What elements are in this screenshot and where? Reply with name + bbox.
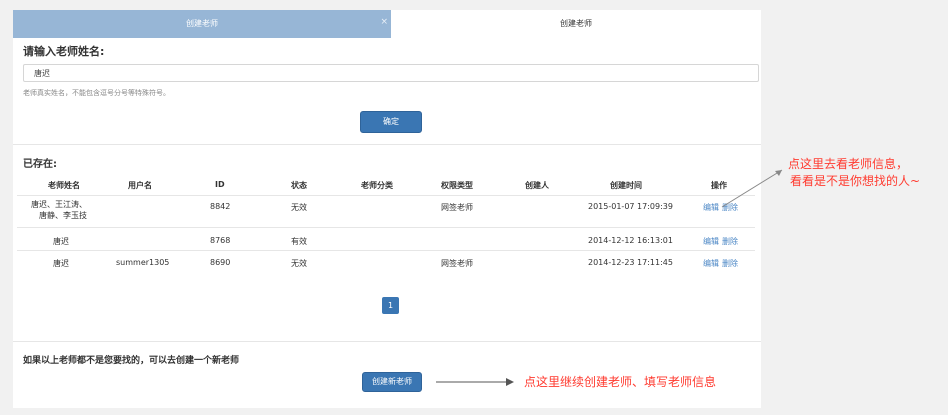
arrow-head-icon (775, 170, 782, 176)
annotation-arrows (436, 169, 783, 386)
annotation-create: 点这里继续创建老师、填写老师信息 (524, 375, 717, 389)
arrow-head-icon (506, 378, 514, 386)
annotation-edit-line1: 点这里去看老师信息， (788, 157, 909, 171)
arrow-to-edit-link (721, 169, 783, 208)
annotation-edit-line2: 看看是不是你想找的人~ (790, 174, 921, 188)
